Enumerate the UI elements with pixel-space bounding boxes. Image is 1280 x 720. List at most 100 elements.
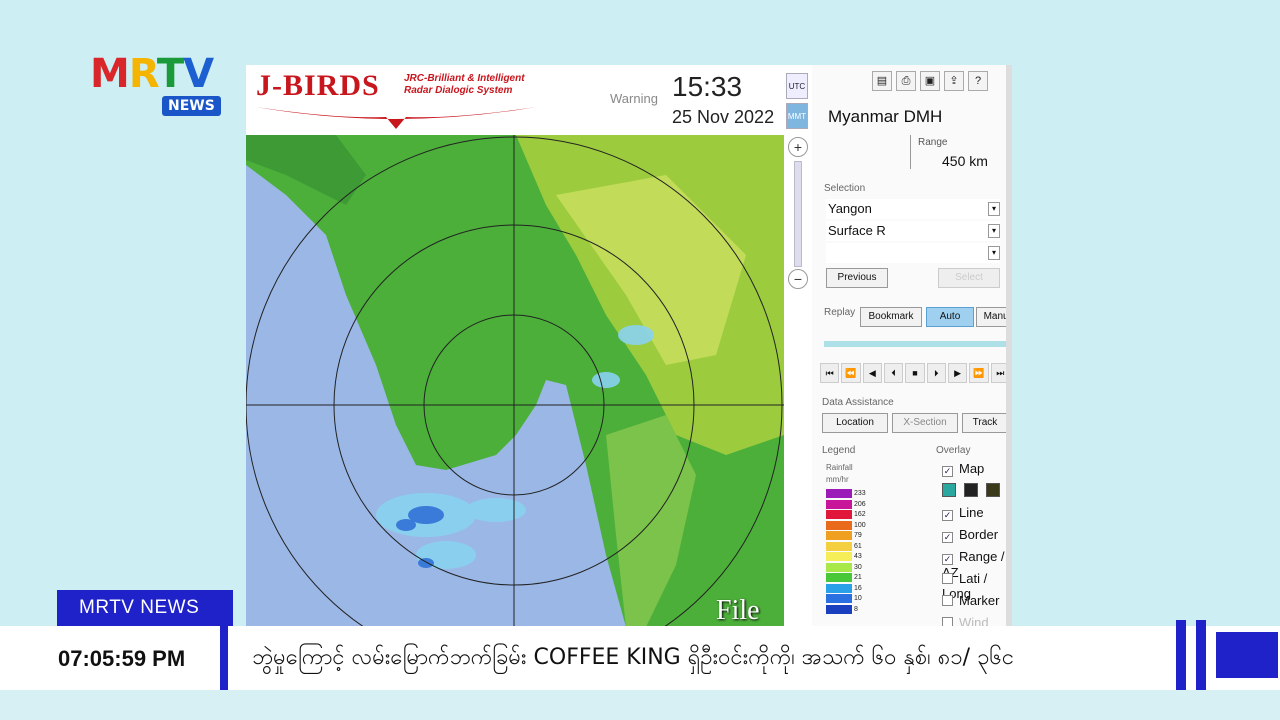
- selection-product-value: Surface R: [828, 223, 886, 238]
- range-divider: [910, 135, 911, 169]
- zoom-slider[interactable]: [794, 161, 802, 267]
- map-swatch-teal[interactable]: [942, 483, 956, 497]
- bookmark-button[interactable]: Bookmark: [860, 307, 922, 327]
- legend-swatch: [826, 573, 852, 582]
- overlay-label: Overlay: [936, 445, 971, 456]
- location-button[interactable]: Location: [822, 413, 888, 433]
- stop-icon[interactable]: ■: [905, 363, 925, 383]
- radar-map[interactable]: [246, 135, 784, 627]
- zoom-in-icon[interactable]: +: [788, 137, 808, 157]
- file-watermark: File: [716, 595, 760, 626]
- map-style-swatches: [942, 483, 1012, 497]
- overlay-border-label: Border: [959, 527, 999, 542]
- radar-date: 25 Nov 2022: [672, 107, 775, 127]
- legend-swatch: [826, 541, 852, 551]
- export-icon[interactable]: ⇪: [944, 71, 964, 91]
- legend-swatch: [826, 499, 852, 509]
- step-back-icon[interactable]: ◀: [862, 363, 882, 383]
- chevron-down-icon: ▾: [988, 246, 1000, 260]
- legend-swatch: [826, 562, 852, 572]
- overlay-marker[interactable]: Marker: [942, 593, 999, 608]
- legend-value: 79: [854, 532, 862, 539]
- tz-mmt-button[interactable]: MMT: [786, 103, 808, 129]
- overlay-border[interactable]: ✓ Border: [942, 527, 998, 543]
- ticker-bar-right: [1196, 620, 1206, 690]
- rewind-icon[interactable]: ⏪: [841, 363, 861, 383]
- radar-time: 15:33: [672, 71, 743, 102]
- control-panel: ▤ ⎙ ▣ ⇪ ? Myanmar DMH Range 450 km Selec…: [812, 65, 1012, 627]
- legend-value: 206: [854, 500, 866, 508]
- legend-swatch: [826, 520, 852, 530]
- ticker-time: 07:05:59 PM: [58, 646, 186, 671]
- xsection-button[interactable]: X-Section: [892, 413, 958, 433]
- selection-extra-dropdown[interactable]: ▾: [826, 243, 1000, 263]
- overlay-line[interactable]: ✓ Line: [942, 505, 984, 521]
- selection-product-dropdown[interactable]: Surface R ▾: [826, 221, 1000, 241]
- radar-app-window: J-BIRDS JRC-Brilliant & Intelligent Rada…: [246, 65, 1012, 627]
- map-swatch-dark[interactable]: [964, 483, 978, 497]
- range-value: 450 km: [942, 153, 988, 169]
- mrtv-logo-text: MRTV: [90, 51, 214, 97]
- news-tag: MRTV NEWS: [57, 590, 233, 626]
- bird-wing-icon: [256, 107, 536, 129]
- range-label: Range: [918, 137, 948, 148]
- legend-title: Rainfall: [826, 463, 853, 472]
- chevron-down-icon: ▾: [988, 224, 1000, 238]
- legend-value: 10: [854, 595, 862, 602]
- legend-value: 61: [854, 542, 862, 550]
- legend-value: 8: [854, 605, 858, 613]
- legend-swatch: [826, 489, 852, 498]
- legend-unit: mm/hr: [826, 475, 849, 484]
- ticker-clock: 07:05:59 PM: [0, 626, 228, 690]
- brand-title: J-BIRDS: [256, 69, 380, 102]
- save-icon[interactable]: ▤: [872, 71, 892, 91]
- next-frame-icon[interactable]: ⏵: [926, 363, 946, 383]
- select-button[interactable]: Select: [938, 268, 1000, 288]
- folder-icon[interactable]: ▣: [920, 71, 940, 91]
- brand-subtitle-line-1: JRC-Brilliant & Intelligent: [404, 73, 525, 84]
- legend-value: 233: [854, 490, 866, 497]
- play-icon[interactable]: ▶: [947, 363, 968, 383]
- help-icon[interactable]: ?: [968, 71, 988, 91]
- legend-swatch: [826, 531, 852, 540]
- checkbox-checked-icon[interactable]: ✓: [942, 532, 953, 543]
- zoom-control: + −: [786, 135, 810, 295]
- replay-label: Replay: [824, 307, 856, 318]
- checkbox-checked-icon[interactable]: ✓: [942, 554, 953, 565]
- map-swatch-olive[interactable]: [986, 483, 1000, 497]
- legend-value: 21: [854, 574, 862, 581]
- checkbox-checked-icon[interactable]: ✓: [942, 510, 953, 521]
- tz-utc-button[interactable]: UTC: [786, 73, 808, 99]
- print-icon[interactable]: ⎙: [896, 71, 916, 91]
- playback-controls: ⏮ ⏪ ◀ ⏴ ■ ⏵ ▶ ⏩ ⏭: [820, 363, 1010, 383]
- replay-slider-track: [824, 341, 1006, 347]
- panel-scrollbar[interactable]: [1006, 65, 1012, 627]
- auto-button[interactable]: Auto: [926, 307, 974, 327]
- prev-frame-icon[interactable]: ⏴: [883, 363, 904, 383]
- legend-swatch: [826, 583, 852, 593]
- legend-swatch: [826, 594, 852, 603]
- zoom-out-icon[interactable]: −: [788, 269, 808, 289]
- checkbox-unchecked-icon[interactable]: [942, 573, 953, 584]
- legend-value: 16: [854, 584, 862, 592]
- mrtv-logo: MRTV NEWS: [90, 52, 230, 124]
- selection-site-dropdown[interactable]: Yangon ▾: [826, 199, 1000, 219]
- site-name: Myanmar DMH: [828, 107, 943, 126]
- checkbox-checked-icon[interactable]: ✓: [942, 466, 953, 477]
- legend-swatch: [826, 552, 852, 561]
- first-frame-icon[interactable]: ⏮: [820, 363, 840, 383]
- overlay-line-label: Line: [959, 505, 984, 520]
- selection-label: Selection: [824, 183, 866, 194]
- replay-slider[interactable]: [820, 337, 1010, 355]
- data-assistance-label: Data Assistance: [822, 397, 894, 408]
- toolbar: ▤ ⎙ ▣ ⇪ ?: [872, 71, 988, 93]
- fast-forward-icon[interactable]: ⏩: [969, 363, 989, 383]
- ticker-headline: ဘွဲမှုကြောင့် လမ်းမြောက်ဘက်ခြမ်း COFFEE …: [252, 645, 1015, 670]
- previous-button[interactable]: Previous: [826, 268, 888, 288]
- overlay-map[interactable]: ✓ Map: [942, 461, 984, 477]
- checkbox-unchecked-icon[interactable]: [942, 595, 953, 606]
- legend-label: Legend: [822, 445, 856, 456]
- bottom-strip: [0, 690, 1280, 720]
- track-button[interactable]: Track: [962, 413, 1008, 433]
- legend-value: 162: [854, 511, 866, 518]
